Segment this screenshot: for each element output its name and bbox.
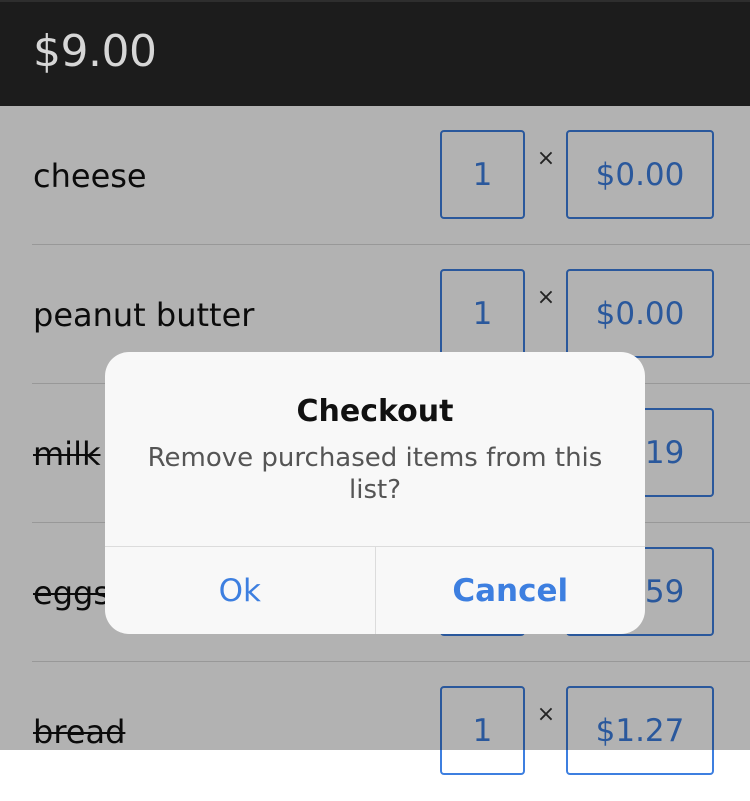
checkout-dialog: Checkout Remove purchased items from thi… [105,352,645,634]
top-bar: $9.00 [0,0,750,106]
cancel-button[interactable]: Cancel [376,547,646,634]
ok-button[interactable]: Ok [105,547,375,634]
dialog-message: Remove purchased items from this list? [147,443,603,505]
shopping-list-app: $9.00 cheese 1 × $0.00 peanut butter 1 ×… [0,0,750,775]
dialog-actions: Ok Cancel [105,546,645,634]
list-total: $9.00 [33,26,157,77]
dialog-title: Checkout [296,394,454,429]
